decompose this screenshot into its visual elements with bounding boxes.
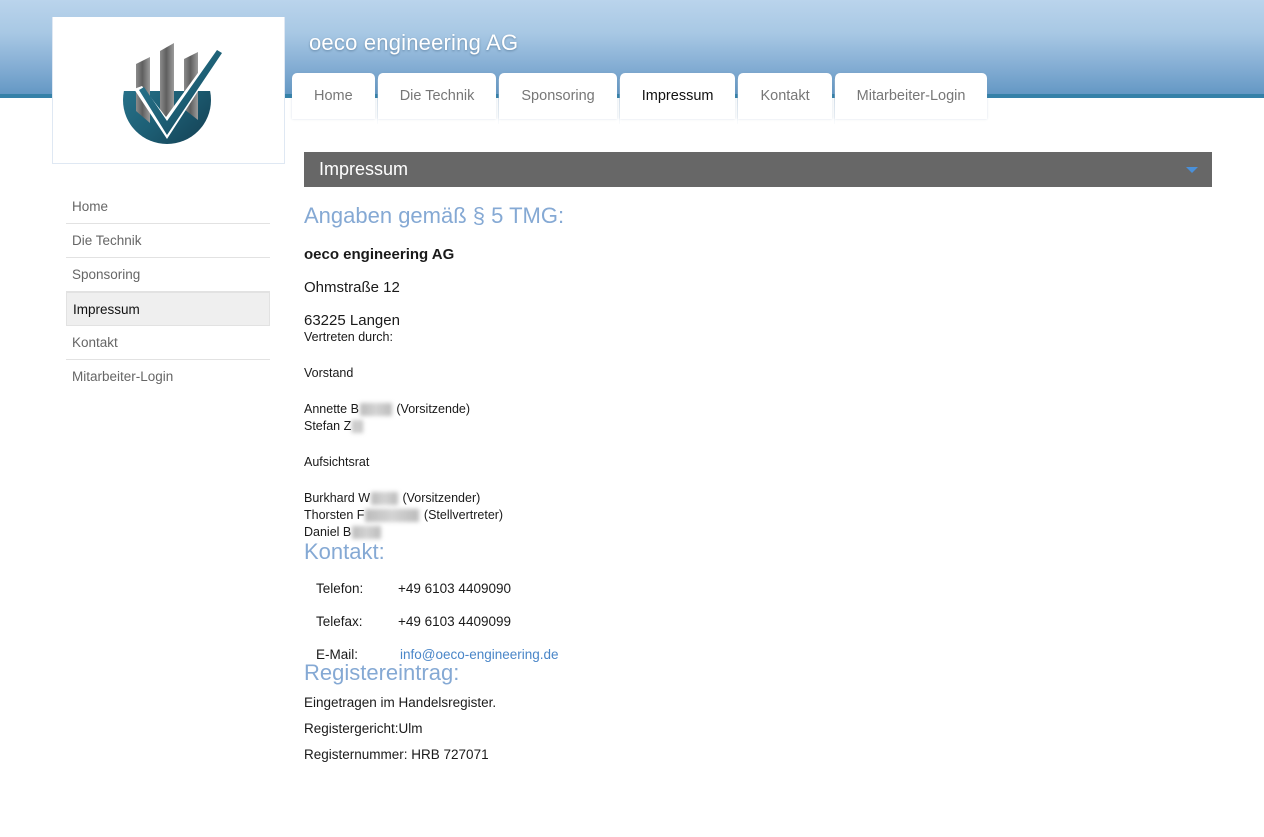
sidebar-item-label: Mitarbeiter-Login	[72, 369, 174, 384]
sidebar-item-kontakt[interactable]: Kontakt	[66, 326, 270, 360]
tab-label: Kontakt	[760, 88, 810, 104]
tab-label: Impressum	[641, 88, 714, 104]
supervisory-member: Thorsten F (Stellvertreter)	[304, 507, 1212, 524]
company-logo-icon	[106, 31, 232, 149]
member-name-prefix: Annette B	[304, 402, 359, 416]
board-label: Vorstand	[304, 366, 354, 380]
page-title: Impressum	[319, 159, 409, 179]
sidebar-item-label: Kontakt	[72, 335, 118, 350]
site-title: oeco engineering AG	[309, 30, 519, 55]
kontakt-heading: Kontakt:	[304, 539, 385, 564]
redaction-block	[359, 403, 392, 416]
tab-label: Home	[314, 88, 353, 104]
tab-mitarbeiter-login[interactable]: Mitarbeiter-Login	[834, 73, 988, 119]
tab-kontakt[interactable]: Kontakt	[738, 73, 835, 124]
member-role: (Vorsitzender)	[399, 491, 481, 505]
register-line: Registernummer: HRB 727071	[304, 747, 489, 762]
sidebar-item-impressum[interactable]: Impressum	[66, 292, 270, 326]
tab-die-technik[interactable]: Die Technik	[377, 73, 500, 124]
tab-sponsoring[interactable]: Sponsoring	[499, 73, 621, 124]
chevron-down-icon[interactable]	[1186, 167, 1198, 173]
member-role: (Vorsitzende)	[392, 402, 471, 416]
member-name-prefix: Burkhard W	[304, 491, 370, 505]
board-member: Stefan Z	[304, 418, 1212, 435]
tab-home[interactable]: Home	[292, 73, 378, 124]
member-role: (Stellvertreter)	[420, 508, 504, 522]
member-name-prefix: Stefan Z	[304, 419, 352, 433]
tab-impressum[interactable]: Impressum	[619, 73, 739, 124]
sidebar-item-label: Home	[72, 199, 109, 214]
redaction-block	[352, 420, 364, 433]
supervisory-member: Burkhard W (Vorsitzender)	[304, 490, 1212, 507]
logo-panel	[52, 17, 285, 164]
member-name-prefix: Daniel B	[304, 525, 352, 539]
tab-label: Sponsoring	[521, 88, 595, 104]
supervisory-member: Daniel B	[304, 524, 1212, 541]
represented-by-label: Vertreten durch:	[304, 330, 393, 344]
sidebar-item-sponsoring[interactable]: Sponsoring	[66, 258, 270, 292]
register-line: Eingetragen im Handelsregister.	[304, 695, 497, 710]
contact-label: Telefon:	[316, 581, 364, 596]
sidebar-item-mitarbeiter-login[interactable]: Mitarbeiter-Login	[66, 360, 270, 394]
company-name: oeco engineering AG	[304, 246, 455, 263]
sidebar-item-label: Impressum	[73, 302, 140, 317]
sidebar-item-label: Die Technik	[72, 233, 142, 248]
page-root: oeco engineering AG Home Die Technik Spo…	[0, 0, 1264, 837]
top-tabbar: Home Die Technik Sponsoring Impressum Ko…	[292, 73, 990, 124]
sidebar-nav: Home Die Technik Sponsoring Impressum Ko…	[66, 190, 270, 394]
contact-label: Telefax:	[316, 614, 363, 629]
register-heading: Registereintrag:	[304, 660, 460, 685]
company-street: Ohmstraße 12	[304, 279, 400, 296]
sidebar-item-die-technik[interactable]: Die Technik	[66, 224, 270, 258]
tab-label: Die Technik	[399, 88, 475, 104]
contact-value: +49 6103 4409090	[398, 581, 511, 596]
tab-label: Mitarbeiter-Login	[856, 88, 966, 104]
sidebar-item-label: Sponsoring	[72, 267, 141, 282]
register-line: Registergericht:Ulm	[304, 721, 423, 736]
redaction-block	[371, 492, 398, 505]
sidebar-item-home[interactable]: Home	[66, 190, 270, 224]
contact-row-telefax: Telefax: +49 6103 4409099	[304, 614, 1212, 629]
main-content: Angaben gemäß § 5 TMG: oeco engineering …	[304, 203, 1212, 763]
member-name-prefix: Thorsten F	[304, 508, 365, 522]
redaction-block	[365, 509, 420, 522]
contact-row-telefon: Telefon: +49 6103 4409090	[304, 581, 1212, 596]
company-city: 63225 Langen	[304, 312, 400, 329]
contact-value: +49 6103 4409099	[398, 614, 511, 629]
supervisory-label: Aufsichtsrat	[304, 455, 370, 469]
redaction-block	[352, 526, 382, 539]
board-member: Annette B (Vorsitzende)	[304, 401, 1212, 418]
page-title-bar: Impressum	[304, 152, 1212, 187]
tmg-heading: Angaben gemäß § 5 TMG:	[304, 203, 565, 228]
